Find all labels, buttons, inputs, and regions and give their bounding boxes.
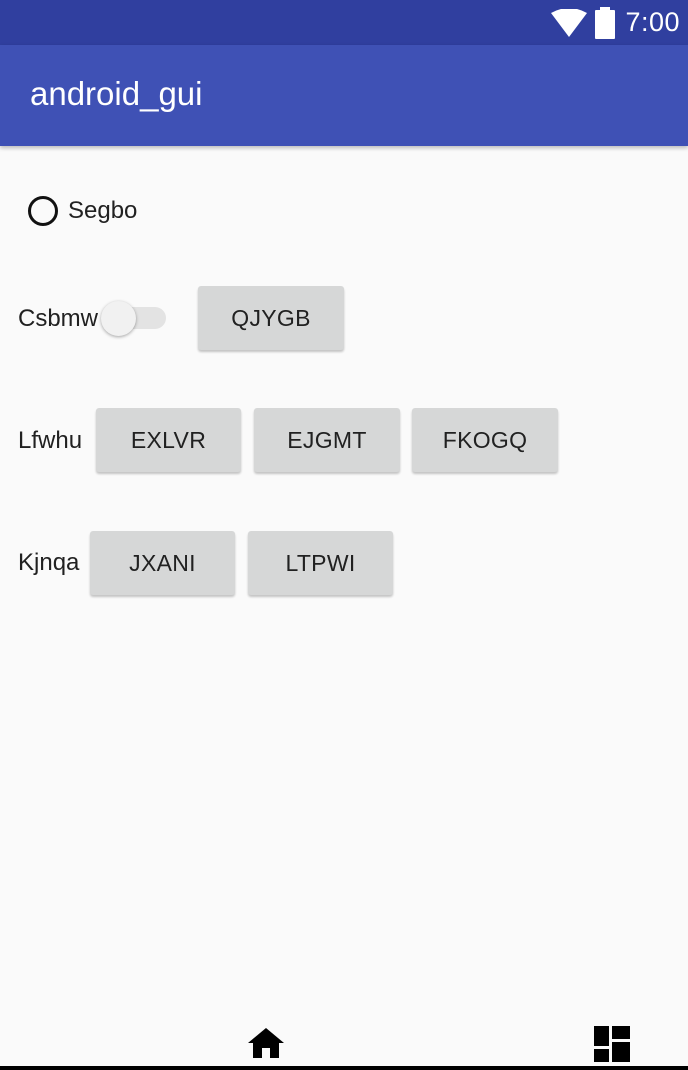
bottom-navigation <box>0 1016 688 1070</box>
ejgmt-button[interactable]: EJGMT <box>254 408 400 472</box>
home-icon[interactable] <box>248 1026 284 1060</box>
kjnqa-label: Kjnqa <box>18 549 80 576</box>
qjygb-button[interactable]: QJYGB <box>198 286 344 350</box>
app-title: android_gui <box>30 75 203 112</box>
nav-divider <box>0 1066 688 1070</box>
dashboard-icon[interactable] <box>594 1026 630 1062</box>
status-bar: 7:00 <box>0 0 688 45</box>
status-time: 7:00 <box>625 7 680 37</box>
status-icons: 7:00 <box>551 0 680 45</box>
battery-icon <box>595 6 616 39</box>
radio-circle-icon[interactable] <box>28 196 58 226</box>
exlvr-button[interactable]: EXLVR <box>96 408 241 472</box>
app-bar: android_gui <box>0 45 688 146</box>
ltpwi-button[interactable]: LTPWI <box>248 531 393 595</box>
wifi-icon <box>551 8 588 37</box>
lfwhu-label: Lfwhu <box>18 427 83 454</box>
csbmw-label: Csbmw <box>18 305 99 332</box>
radio-label: Segbo <box>68 197 138 224</box>
csbmw-switch-thumb[interactable] <box>101 301 136 336</box>
segbo-radio-button[interactable]: Segbo <box>28 192 137 230</box>
fkogq-button[interactable]: FKOGQ <box>412 408 558 472</box>
jxani-button[interactable]: JXANI <box>90 531 235 595</box>
